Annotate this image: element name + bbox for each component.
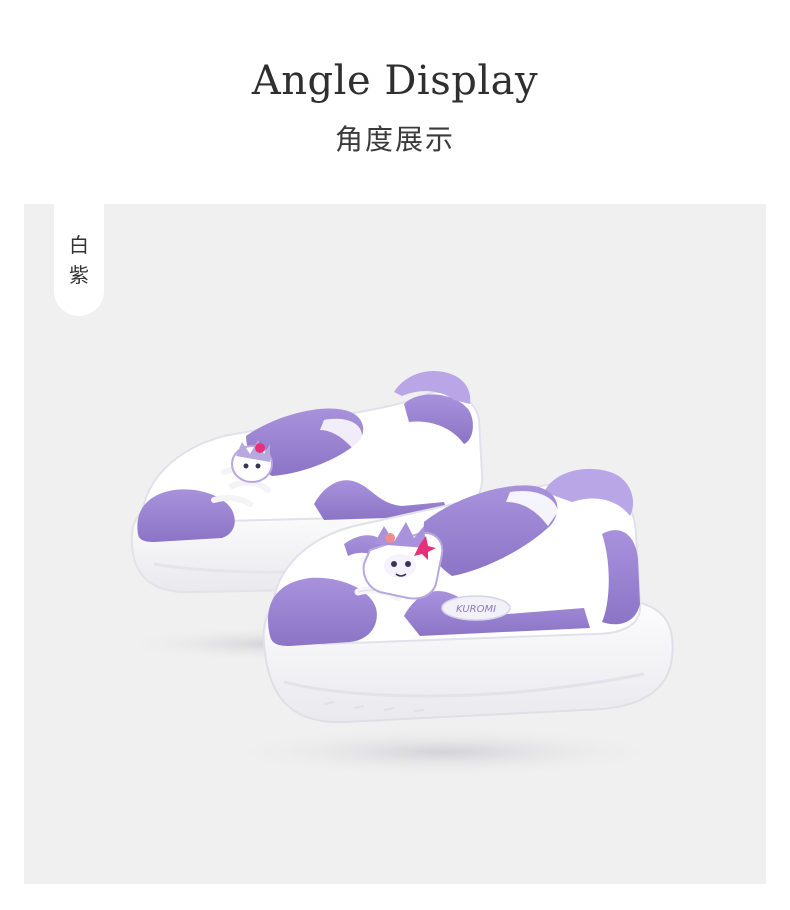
page-subtitle: 角度展示: [334, 123, 455, 156]
sneaker-pair-illustration: KUROMI: [114, 370, 674, 778]
brand-text: KUROMI: [456, 604, 496, 615]
product-photo-panel: 白 紫 KUROMI: [24, 204, 766, 884]
kuromi-side-badge: KUROMI: [441, 595, 511, 621]
page-title: Angle Display: [251, 58, 539, 104]
